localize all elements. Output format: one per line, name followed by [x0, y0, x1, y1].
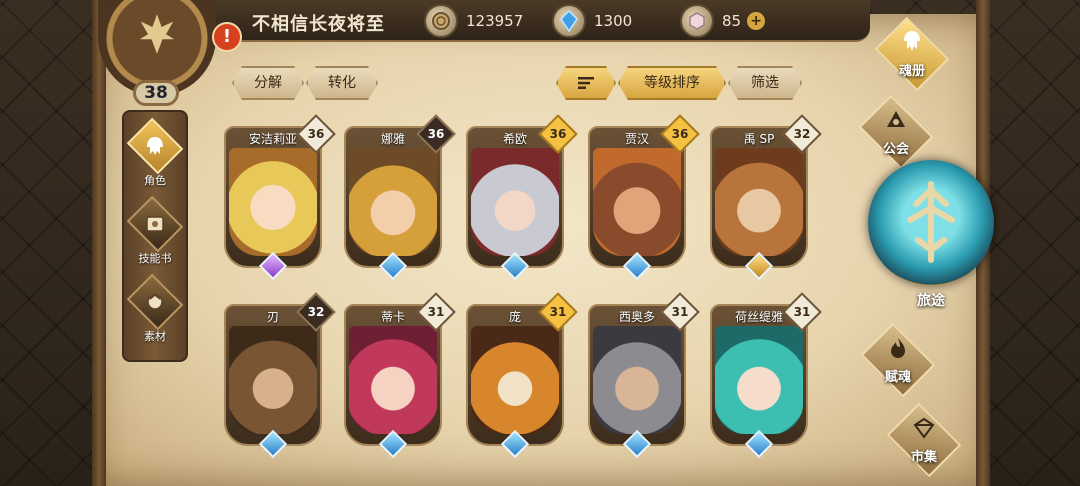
nav-market[interactable]: 市集	[874, 402, 974, 478]
nav-endow[interactable]: 赋魂	[848, 322, 948, 398]
coin-value: 123957	[466, 12, 524, 30]
side-nav-material[interactable]: 素材	[124, 272, 186, 344]
hero-portrait	[229, 326, 317, 434]
hero-level: 36	[549, 127, 567, 141]
player-avatar-emblem-icon	[127, 4, 187, 64]
journey-button[interactable]	[868, 160, 994, 286]
coin-icon	[424, 4, 458, 38]
market-gem-icon	[910, 414, 938, 442]
hero-card[interactable]: 刃 32	[224, 292, 336, 459]
journey-label: 旅途	[917, 293, 945, 309]
alert-badge[interactable]: !	[212, 22, 242, 52]
hero-portrait	[349, 326, 437, 434]
coin-currency[interactable]: 123957	[424, 4, 523, 38]
hero-card[interactable]: 荷丝缇雅 31	[710, 292, 822, 459]
gem-currency[interactable]: 85 +	[680, 4, 766, 38]
hero-portrait	[471, 326, 559, 434]
side-nav-role[interactable]: 角色	[124, 116, 186, 188]
hero-portrait	[715, 148, 803, 256]
nav-guild-label: 公会	[882, 142, 909, 157]
hero-card[interactable]: 安洁莉亚 36	[224, 114, 336, 281]
hero-portrait	[593, 326, 681, 434]
hero-portrait	[471, 148, 559, 256]
nav-market-label: 市集	[910, 450, 937, 465]
hero-card[interactable]: 庞 31	[466, 292, 578, 459]
hero-portrait	[715, 326, 803, 434]
hero-portrait	[229, 148, 317, 256]
side-nav-role-label: 角色	[144, 174, 166, 187]
hero-level: 32	[793, 127, 811, 141]
trident-icon	[907, 181, 955, 263]
filter-button[interactable]: 筛选	[728, 66, 802, 100]
left-frame-post	[92, 0, 106, 486]
hero-level: 32	[307, 305, 325, 319]
nav-guild[interactable]: 公会	[846, 94, 946, 170]
nav-soul-book-label: 魂册	[898, 64, 925, 79]
hero-level: 31	[549, 305, 567, 319]
nav-soul-book[interactable]: 魂册	[862, 16, 962, 92]
decompose-button[interactable]: 分解	[232, 66, 304, 100]
convert-button[interactable]: 转化	[306, 66, 378, 100]
helmet-icon	[126, 117, 184, 175]
hero-level: 31	[427, 305, 445, 319]
level-sort-button[interactable]: 等级排序	[618, 66, 726, 100]
player-name: 不相信长夜将至	[252, 14, 385, 35]
skill-book-icon	[126, 195, 184, 253]
hero-card[interactable]: 希欧 36	[466, 114, 578, 281]
player-level: 38	[133, 80, 179, 106]
hero-card[interactable]: 西奥多 31	[588, 292, 700, 459]
hero-level: 31	[793, 305, 811, 319]
hero-card[interactable]: 禹 SP 32	[710, 114, 822, 281]
flame-swirl-icon	[884, 334, 912, 362]
crystal-currency[interactable]: 1300	[552, 4, 632, 38]
gem-icon	[680, 4, 714, 38]
hero-portrait	[593, 148, 681, 256]
hero-card[interactable]: 贾汉 36	[588, 114, 700, 281]
guild-icon	[882, 106, 910, 134]
crystal-value: 1300	[594, 12, 633, 30]
hero-level: 31	[671, 305, 689, 319]
hero-level: 36	[427, 127, 445, 141]
nav-endow-label: 赋魂	[884, 370, 911, 385]
gem-value: 85	[722, 12, 742, 30]
hero-card[interactable]: 蒂卡 31	[344, 292, 456, 459]
soul-book-icon	[898, 28, 926, 56]
hero-portrait	[349, 148, 437, 256]
side-nav-material-label: 素材	[144, 330, 166, 343]
hero-level: 36	[307, 127, 325, 141]
add-gem-button[interactable]: +	[747, 12, 766, 30]
hero-level: 36	[671, 127, 689, 141]
side-nav-skill-book-label: 技能书	[138, 252, 172, 265]
side-nav-skill-book[interactable]: 技能书	[124, 194, 186, 266]
sort-order-button[interactable]	[556, 66, 616, 100]
hero-card[interactable]: 娜雅 36	[344, 114, 456, 281]
sort-lines-icon	[577, 76, 595, 90]
crystal-icon	[552, 4, 586, 38]
material-icon	[126, 273, 184, 331]
